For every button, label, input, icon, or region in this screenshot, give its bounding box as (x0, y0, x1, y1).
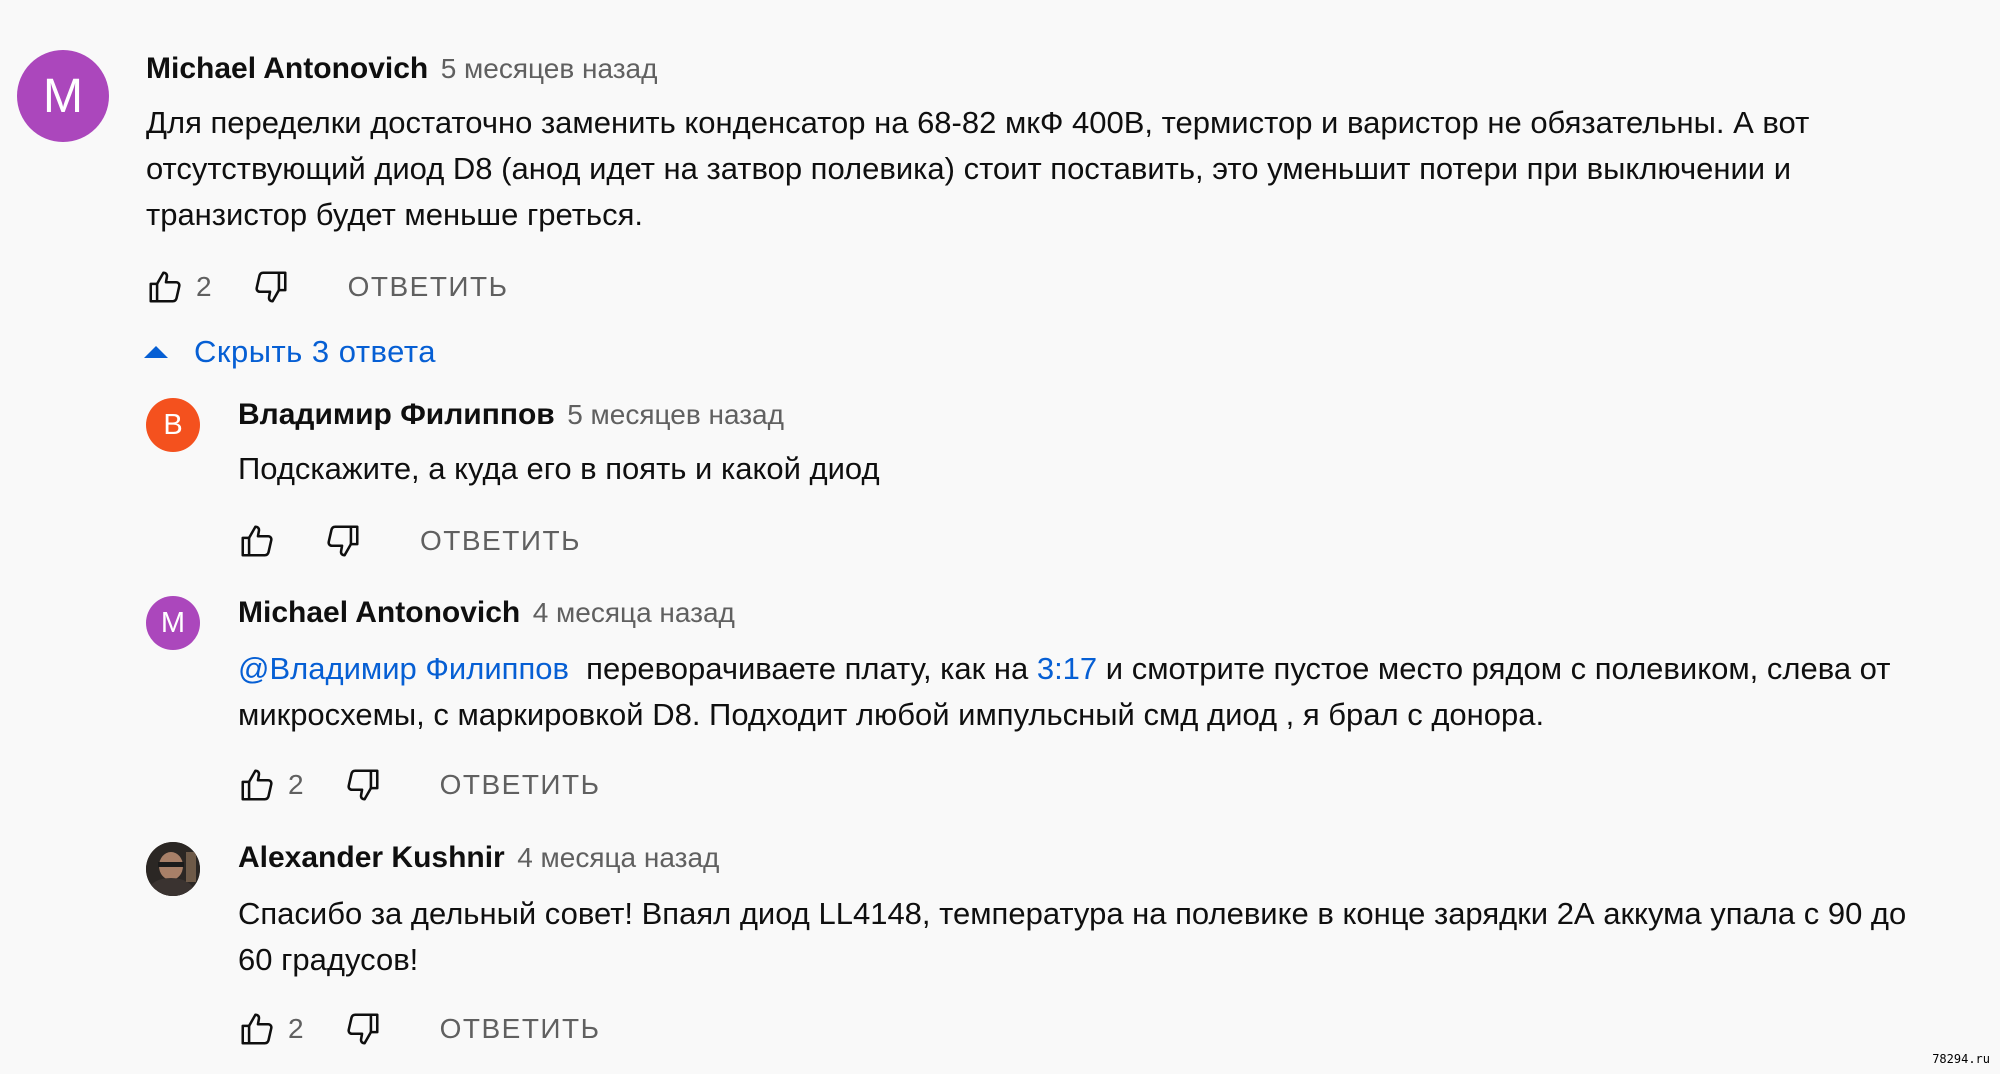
like-count: 2 (288, 769, 304, 800)
profile-photo (146, 842, 200, 896)
comment-text: Подскажите, а куда его в поять и какой д… (238, 451, 880, 486)
author-name[interactable]: Alexander Kushnir (238, 841, 505, 874)
like-count: 2 (196, 271, 212, 302)
comment-header: Michael Antonovich 4 месяца назад (238, 596, 735, 630)
comment-text-part: переворачиваете плату, как на (568, 651, 1037, 686)
reply-button[interactable]: ОТВЕТИТЬ (440, 769, 601, 801)
comment-actions: 2 ОТВЕТИТЬ (238, 1006, 601, 1052)
comment-header: Michael Antonovich 5 месяцев назад (146, 52, 657, 86)
avatar[interactable] (146, 842, 200, 896)
like-count: 2 (288, 1013, 304, 1044)
author-name[interactable]: Владимир Филиппов (238, 398, 555, 431)
comment-time[interactable]: 5 месяцев назад (441, 53, 658, 84)
reply-button[interactable]: ОТВЕТИТЬ (348, 271, 509, 303)
comment-actions: ОТВЕТИТЬ (238, 518, 581, 564)
reply-button[interactable]: ОТВЕТИТЬ (440, 1013, 601, 1045)
dislike-icon[interactable] (324, 522, 362, 560)
comment-header: Владимир Филиппов 5 месяцев назад (238, 398, 784, 432)
like-icon[interactable] (238, 522, 276, 560)
dislike-icon[interactable] (252, 268, 290, 306)
comment-time[interactable]: 5 месяцев назад (567, 399, 784, 430)
dislike-icon[interactable] (344, 766, 382, 804)
comment-actions: 2 ОТВЕТИТЬ (146, 264, 509, 310)
comment-header: Alexander Kushnir 4 месяца назад (238, 841, 719, 875)
triangle-up-icon (144, 346, 168, 358)
watermark: 78294.ru (1932, 1052, 1990, 1066)
video-timestamp-link[interactable]: 3:17 (1037, 651, 1097, 686)
comment-text: @Владимир Филиппов переворачиваете плату… (238, 646, 1948, 738)
author-name[interactable]: Michael Antonovich (238, 596, 520, 629)
dislike-icon[interactable] (344, 1010, 382, 1048)
comment-text: Для переделки достаточно заменить конден… (146, 105, 1810, 232)
reply-button[interactable]: ОТВЕТИТЬ (420, 525, 581, 557)
comment-text: Спасибо за дельный совет! Впаял диод LL4… (238, 896, 1907, 977)
like-icon[interactable] (238, 1010, 276, 1048)
avatar[interactable]: M (146, 596, 200, 650)
comment-actions: 2 ОТВЕТИТЬ (238, 762, 601, 808)
user-mention-link[interactable]: @Владимир Филиппов (238, 651, 569, 686)
author-name[interactable]: Michael Antonovich (146, 52, 428, 85)
hide-replies-label: Скрыть 3 ответа (194, 334, 436, 369)
like-icon[interactable] (238, 766, 276, 804)
avatar[interactable]: M (17, 50, 109, 142)
like-icon[interactable] (146, 268, 184, 306)
hide-replies-toggle[interactable]: Скрыть 3 ответа (142, 330, 436, 374)
avatar[interactable]: В (146, 398, 200, 452)
comment-time[interactable]: 4 месяца назад (533, 597, 735, 628)
comment-time[interactable]: 4 месяца назад (517, 842, 719, 873)
